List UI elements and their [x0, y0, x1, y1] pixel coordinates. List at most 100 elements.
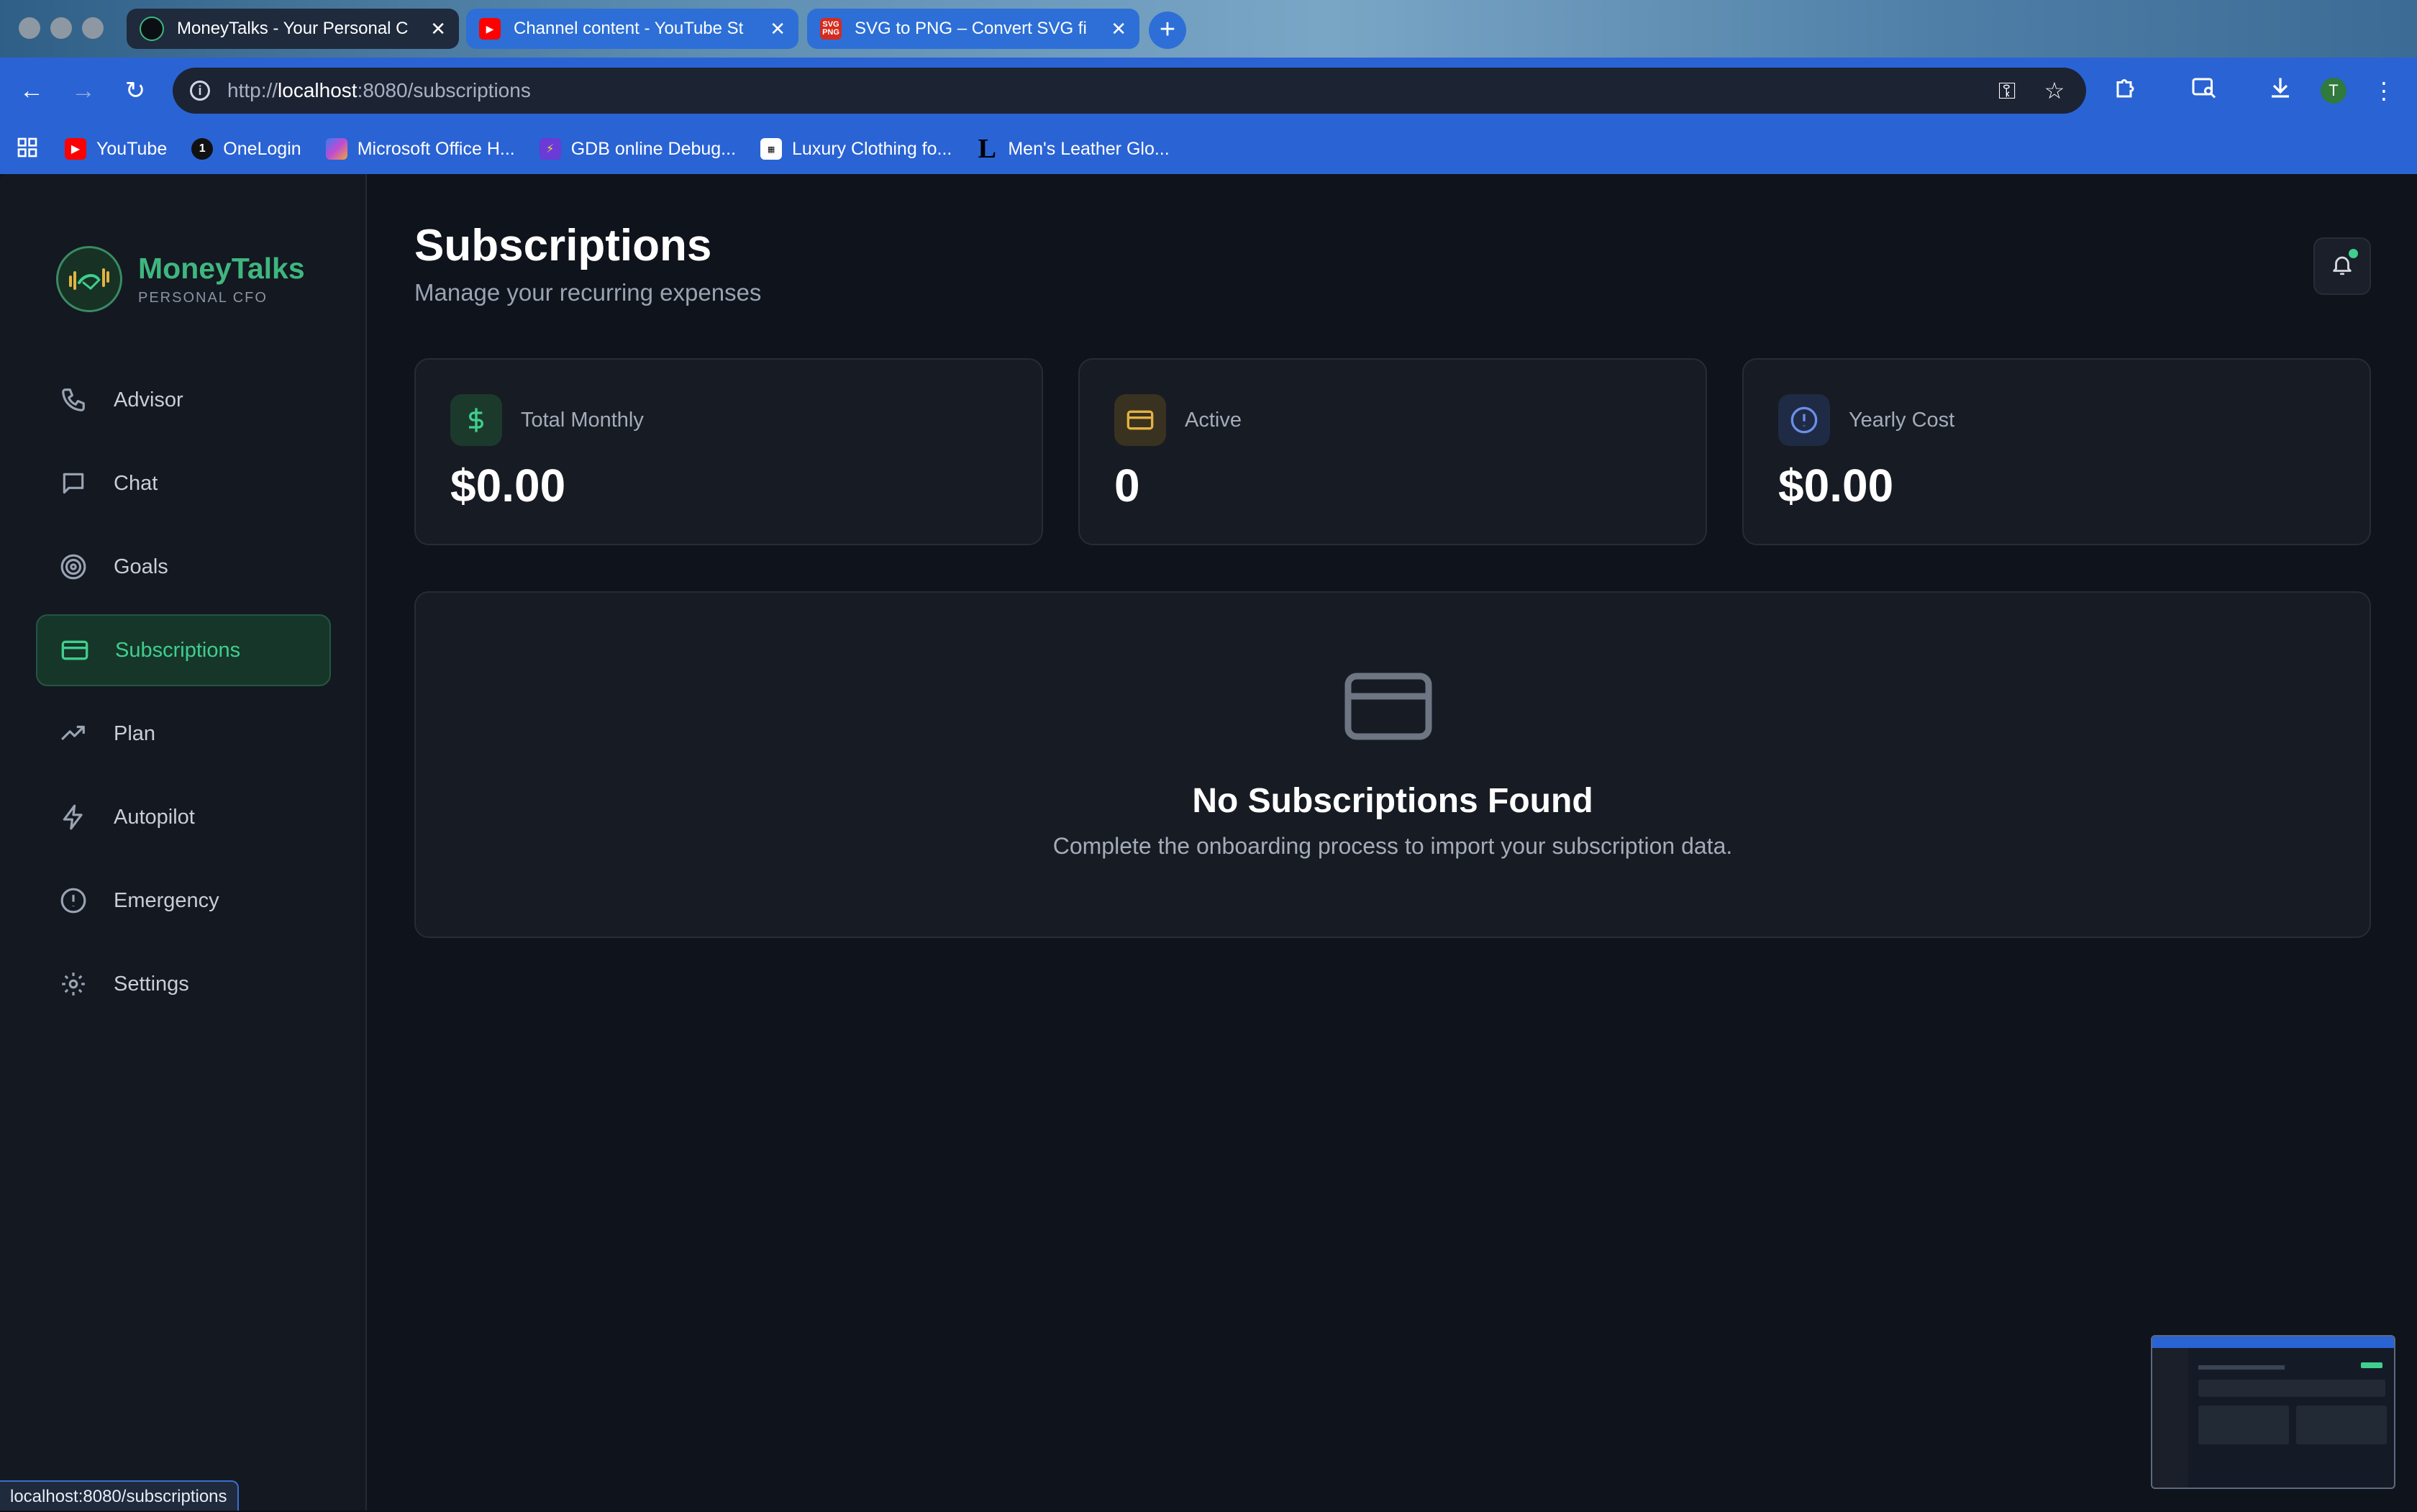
bookmark-label: GDB online Debug... [570, 138, 737, 159]
url-text[interactable]: http://localhost:8080/subscriptions [227, 79, 531, 102]
tab-title: MoneyTalks - Your Personal C [177, 19, 409, 38]
url-path: :8080/subscriptions [357, 79, 531, 101]
download-icon[interactable] [2264, 75, 2296, 106]
trending-up-icon [58, 718, 89, 750]
empty-state-message: Complete the onboarding process to impor… [1052, 833, 1733, 859]
phone-icon [58, 384, 89, 416]
bookmark-gdb-online[interactable]: ⚡ GDB online Debug... [539, 138, 737, 160]
stat-card-total-monthly: Total Monthly $0.00 [414, 358, 1043, 545]
bookmark-microsoft-office[interactable]: Microsoft Office H... [325, 138, 515, 160]
status-bar-url: localhost:8080/subscriptions [0, 1480, 239, 1511]
brand[interactable]: MoneyTalks PERSONAL CFO [56, 246, 305, 312]
page-subtitle: Manage your recurring expenses [414, 279, 762, 306]
bookmark-mens-leather-gloves[interactable]: L Men's Leather Glo... [976, 134, 1170, 164]
bookmark-label: OneLogin [223, 138, 301, 159]
sidebar-item-label: Advisor [114, 388, 183, 411]
browser-menu-icon[interactable]: ⋮ [2368, 75, 2400, 106]
notification-dot [2349, 249, 2358, 258]
window-minimize-button[interactable] [50, 17, 72, 39]
sidebar-item-chat[interactable]: Chat [36, 447, 331, 519]
site-info-icon[interactable]: i [190, 81, 210, 101]
sidebar-item-label: Chat [114, 471, 158, 495]
credit-card-icon [59, 634, 91, 666]
screen-recording-thumbnail[interactable] [2151, 1335, 2395, 1489]
office-icon [325, 138, 347, 160]
url-host: localhost [278, 79, 358, 101]
page-title: Subscriptions [414, 221, 712, 270]
sidebar-item-settings[interactable]: Settings [36, 948, 331, 1020]
stat-value: 0 [1114, 460, 1140, 511]
sidebar: MoneyTalks PERSONAL CFO Advisor Chat Goa… [0, 174, 367, 1511]
password-key-icon[interactable]: ⚿ [1991, 75, 2023, 106]
brand-name: MoneyTalks [138, 252, 305, 285]
gear-icon [58, 968, 89, 1000]
browser-tab-svg-to-png[interactable]: SVG PNG SVG to PNG – Convert SVG fi ✕ [807, 9, 1139, 49]
gdb-icon: ⚡ [539, 138, 561, 160]
window-close-button[interactable] [19, 17, 40, 39]
close-tab-icon[interactable]: ✕ [1111, 18, 1126, 40]
reload-icon[interactable]: ↻ [118, 73, 153, 108]
dollar-icon [450, 394, 502, 446]
forward-arrow-icon[interactable]: → [66, 73, 101, 108]
alert-circle-icon [1778, 394, 1830, 446]
bookmark-label: Men's Leather Glo... [1008, 138, 1170, 159]
sidebar-item-label: Plan [114, 721, 156, 745]
sidebar-item-goals[interactable]: Goals [36, 531, 331, 603]
sidebar-item-advisor[interactable]: Advisor [36, 364, 331, 436]
close-tab-icon[interactable]: ✕ [430, 18, 446, 40]
youtube-icon: ▶ [65, 138, 86, 160]
bookmarks-bar: ▶ YouTube 1 OneLogin Microsoft Office H...… [0, 124, 2417, 174]
browser-tab-strip: MoneyTalks - Your Personal C ✕ ▶ Channel… [0, 0, 2417, 58]
extensions-puzzle-icon[interactable] [2111, 75, 2142, 106]
tab-title: SVG to PNG – Convert SVG fi [855, 19, 1087, 38]
target-icon [58, 551, 89, 583]
svg-png-favicon-icon: SVG PNG [820, 18, 842, 40]
brand-tagline: PERSONAL CFO [138, 290, 268, 306]
credit-card-icon [1344, 670, 1433, 746]
chat-bubble-icon [58, 468, 89, 499]
sidebar-item-label: Settings [114, 972, 189, 996]
bookmark-onelogin[interactable]: 1 OneLogin [191, 138, 301, 160]
stat-label: Total Monthly [521, 408, 644, 432]
lightning-icon [58, 801, 89, 833]
stat-label: Yearly Cost [1849, 408, 1955, 432]
sidebar-item-autopilot[interactable]: Autopilot [36, 781, 331, 853]
sidebar-item-emergency[interactable]: Emergency [36, 865, 331, 937]
stat-value: $0.00 [1778, 460, 1894, 511]
stat-value: $0.00 [450, 460, 566, 511]
sidebar-item-plan[interactable]: Plan [36, 698, 331, 770]
url-scheme: http:// [227, 79, 278, 101]
notifications-button[interactable] [2313, 237, 2371, 295]
tab-search-icon[interactable] [2188, 75, 2220, 106]
stat-card-yearly-cost: Yearly Cost $0.00 [1742, 358, 2371, 545]
browser-tab-youtube-studio[interactable]: ▶ Channel content - YouTube St ✕ [466, 9, 798, 49]
browser-tab-moneytalks[interactable]: MoneyTalks - Your Personal C ✕ [127, 9, 459, 49]
bookmark-label: YouTube [96, 138, 168, 159]
new-tab-button[interactable]: + [1149, 12, 1186, 49]
bookmark-youtube[interactable]: ▶ YouTube [65, 138, 167, 160]
sidebar-item-subscriptions[interactable]: Subscriptions [36, 614, 331, 686]
tab-title: Channel content - YouTube St [514, 19, 744, 38]
close-tab-icon[interactable]: ✕ [770, 18, 786, 40]
bookmark-star-icon[interactable]: ☆ [2039, 75, 2070, 106]
stat-label: Active [1185, 408, 1242, 432]
back-arrow-icon[interactable]: ← [14, 73, 49, 108]
apps-grid-icon[interactable] [16, 136, 39, 163]
empty-state-title: No Subscriptions Found [1192, 782, 1593, 820]
youtube-favicon-icon: ▶ [479, 18, 501, 40]
sidebar-item-label: Goals [114, 555, 168, 578]
moneytalks-logo-icon [56, 246, 122, 312]
profile-avatar[interactable]: T [2321, 78, 2347, 104]
app-root: MoneyTalks PERSONAL CFO Advisor Chat Goa… [0, 174, 2417, 1511]
credit-card-icon [1114, 394, 1166, 446]
window-zoom-button[interactable] [82, 17, 104, 39]
alert-circle-icon [58, 885, 89, 916]
l-logo-icon: L [978, 134, 997, 164]
sidebar-item-label: Emergency [114, 888, 219, 912]
sidebar-item-label: Subscriptions [115, 638, 241, 662]
address-bar[interactable]: i http://localhost:8080/subscriptions [173, 68, 2086, 114]
bookmark-luxury-clothing[interactable]: ▦ Luxury Clothing fo... [760, 138, 952, 160]
bookmark-label: Luxury Clothing fo... [792, 138, 952, 159]
stat-card-active: Active 0 [1078, 358, 1707, 545]
onelogin-icon: 1 [191, 138, 214, 160]
